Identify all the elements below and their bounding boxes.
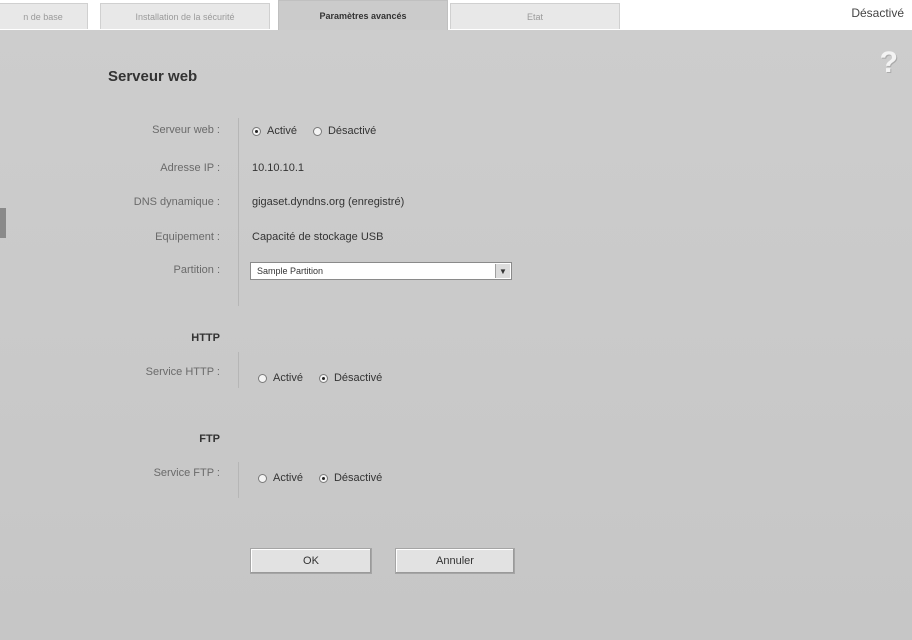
tab-security-installation[interactable]: Installation de la sécurité [100, 3, 270, 29]
tab-bar: n de base Installation de la sécurité Pa… [0, 0, 912, 30]
device-label: Equipement : [155, 231, 220, 243]
ftp-heading: FTP [199, 433, 220, 445]
ftp-off-radio[interactable] [318, 473, 328, 483]
partition-label: Partition : [173, 264, 220, 276]
http-off-radio[interactable] [318, 373, 328, 383]
section-divider [238, 118, 239, 306]
cancel-button[interactable]: Annuler [395, 548, 515, 574]
section-divider [238, 462, 239, 498]
web-server-radio-group: Activé Désactivé [252, 125, 392, 137]
web-server-on-label[interactable]: Activé [267, 125, 297, 137]
tab-advanced-settings[interactable]: Paramètres avancés [278, 0, 448, 30]
ip-address-label: Adresse IP : [160, 162, 220, 174]
connection-status: Désactivé [851, 6, 904, 20]
dynamic-dns-value: gigaset.dyndns.org (enregistré) [252, 196, 405, 208]
tab-label: Installation de la sécurité [135, 11, 235, 22]
device-value: Capacité de stockage USB [252, 231, 384, 243]
help-icon[interactable]: ? [880, 48, 898, 78]
dynamic-dns-label: DNS dynamique : [133, 196, 220, 208]
page-title: Serveur web [108, 68, 198, 85]
ftp-on-label[interactable]: Activé [273, 472, 303, 484]
section-divider [238, 352, 239, 388]
ftp-radio-group: Activé Désactivé [258, 472, 398, 484]
http-service-label: Service HTTP : [145, 366, 220, 378]
partition-select[interactable]: Sample Partition ▼ [250, 262, 512, 280]
web-server-on-radio[interactable] [252, 126, 261, 136]
tab-label: Paramètres avancés [319, 10, 407, 21]
ok-button[interactable]: OK [250, 548, 372, 574]
web-server-label: Serveur web : [152, 124, 220, 136]
tab-label: n de base [23, 11, 63, 22]
ftp-off-label[interactable]: Désactivé [334, 472, 382, 484]
chevron-down-icon[interactable]: ▼ [495, 264, 510, 278]
http-on-label[interactable]: Activé [273, 372, 303, 384]
ftp-service-label: Service FTP : [153, 467, 220, 479]
http-on-radio[interactable] [258, 373, 267, 383]
tab-label: Etat [526, 11, 543, 22]
ip-address-value: 10.10.10.1 [252, 162, 304, 174]
web-server-off-label[interactable]: Désactivé [328, 125, 376, 137]
main-panel: ? Serveur web Serveur web : Activé Désac… [0, 30, 912, 640]
tab-basic-settings[interactable]: n de base [0, 3, 88, 29]
http-heading: HTTP [191, 332, 220, 344]
http-radio-group: Activé Désactivé [258, 372, 398, 384]
partition-selected-value: Sample Partition [257, 266, 324, 276]
tab-status[interactable]: Etat [450, 3, 620, 29]
http-off-label[interactable]: Désactivé [334, 372, 382, 384]
ftp-on-radio[interactable] [258, 473, 267, 483]
web-server-off-radio[interactable] [312, 126, 322, 136]
